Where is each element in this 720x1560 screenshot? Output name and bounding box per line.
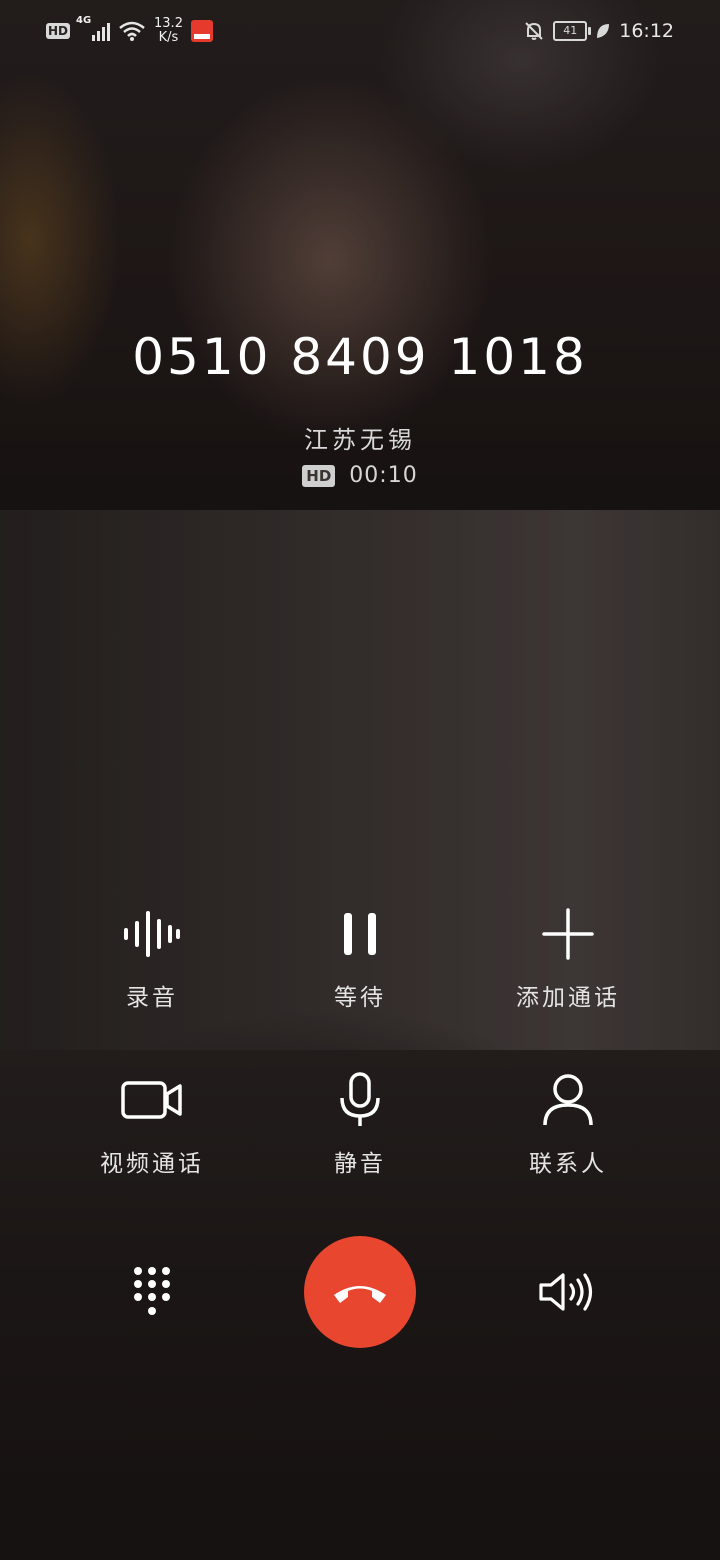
- status-bar: HD 4G 13.2 K/s 41 16:12: [0, 0, 720, 62]
- call-duration-row: HD 00:10: [0, 463, 720, 488]
- dialpad-button[interactable]: [122, 1262, 182, 1322]
- mute-label: 静音: [334, 1151, 386, 1177]
- person-icon: [543, 1074, 593, 1126]
- record-label: 录音: [126, 985, 178, 1011]
- hd-call-badge: HD: [302, 464, 336, 487]
- status-bar-left: HD 4G 13.2 K/s: [46, 14, 213, 48]
- status-bar-right: 41 16:12: [523, 14, 674, 48]
- cellular-signal-icon: 4G: [76, 15, 111, 41]
- end-call-button[interactable]: [304, 1236, 416, 1348]
- dialpad-icon: [134, 1267, 170, 1315]
- caller-location: 江苏无锡: [304, 426, 416, 454]
- network-type-label: 4G: [76, 15, 92, 26]
- video-camera-icon: [121, 1081, 182, 1119]
- network-speed-value: 13.2: [154, 16, 183, 31]
- contacts-label: 联系人: [529, 1151, 607, 1177]
- pause-icon: [344, 913, 376, 955]
- speaker-button[interactable]: [534, 1262, 600, 1322]
- contacts-button[interactable]: 联系人: [468, 1070, 668, 1178]
- hold-button[interactable]: 等待: [260, 904, 460, 1012]
- video-call-label: 视频通话: [100, 1151, 204, 1177]
- record-button[interactable]: 录音: [52, 904, 252, 1012]
- wifi-icon: [119, 21, 145, 41]
- add-call-label: 添加通话: [516, 985, 620, 1011]
- add-call-button[interactable]: 添加通话: [468, 904, 668, 1012]
- app-notification-icon: [190, 20, 213, 42]
- hang-up-phone-icon: [334, 1286, 386, 1303]
- sound-wave-icon: [124, 911, 180, 957]
- call-duration: 00:10: [349, 463, 418, 488]
- mute-button[interactable]: 静音: [260, 1070, 460, 1178]
- plus-icon: [542, 908, 594, 960]
- leaf-icon: [597, 24, 610, 38]
- network-speed: 13.2 K/s: [154, 17, 183, 45]
- speaker-icon: [539, 1273, 593, 1311]
- microphone-icon: [340, 1072, 380, 1126]
- phone-number: 0510 8409 1018: [132, 328, 588, 386]
- battery-icon: 41: [553, 21, 592, 41]
- network-speed-unit: K/s: [158, 30, 179, 45]
- status-time: 16:12: [619, 20, 674, 42]
- video-call-button[interactable]: 视频通话: [52, 1070, 252, 1178]
- bell-muted-icon: [525, 22, 543, 40]
- hold-label: 等待: [334, 985, 386, 1011]
- hd-voice-badge: HD: [46, 23, 71, 39]
